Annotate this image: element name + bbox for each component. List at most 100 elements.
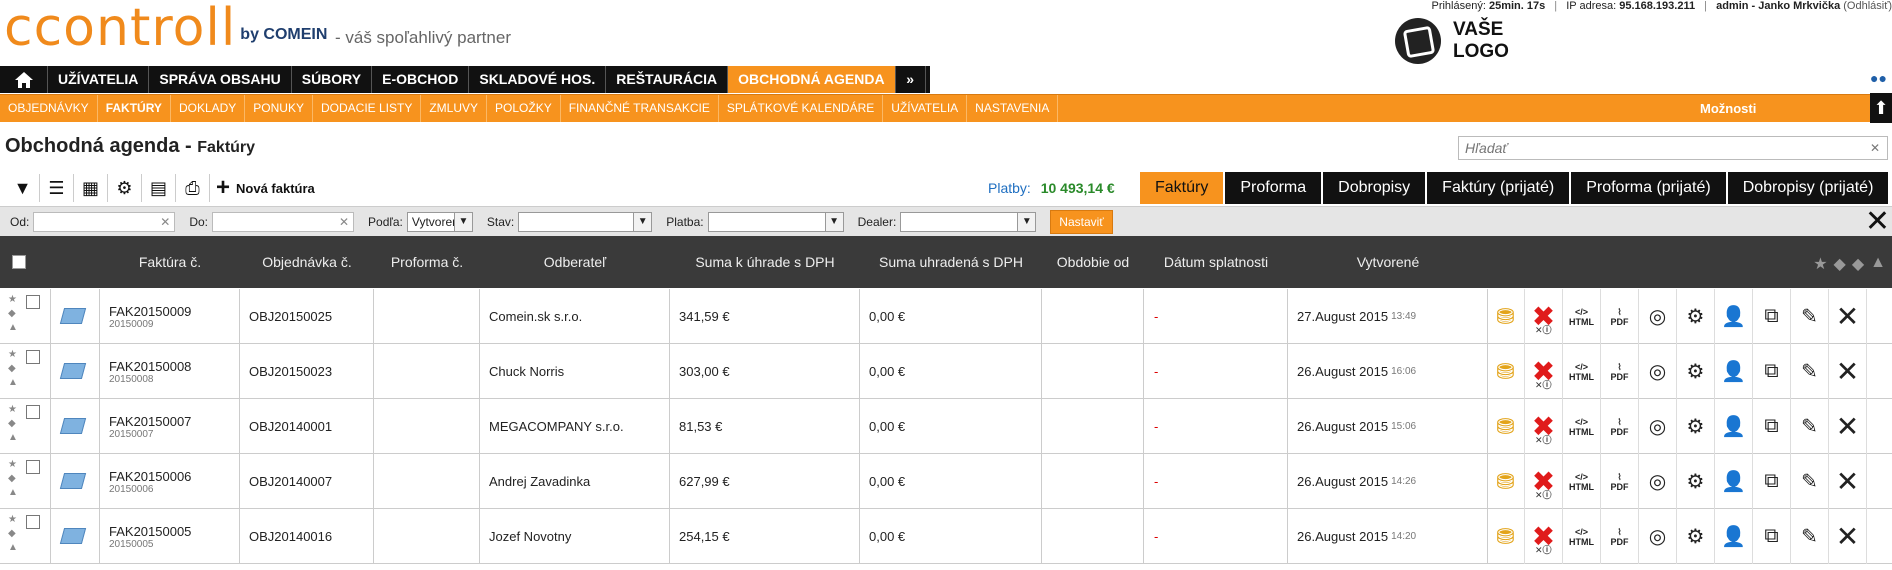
cancel-icon[interactable]: ✖ ✕ⓘ — [1525, 344, 1563, 399]
process-icon[interactable]: ⚙ — [1677, 289, 1715, 344]
customer-icon[interactable]: 👤 — [1715, 289, 1753, 344]
table-row[interactable]: ★ ◆ ▲ FAK20150007 20150007 OBJ20140001 MEGACOM… — [0, 399, 1892, 454]
email-send-icon[interactable]: ◎ — [1639, 344, 1677, 399]
invoice-number[interactable]: FAK20150006 — [109, 469, 239, 484]
payment-select[interactable]: ▼ — [707, 211, 844, 232]
table-row[interactable]: ★ ◆ ▲ FAK20150009 20150009 OBJ20150025 Comein.… — [0, 289, 1892, 344]
tag-icon[interactable]: ◆ — [8, 307, 18, 320]
bell-icon[interactable]: ▲ — [8, 541, 18, 554]
col-proforma[interactable]: Proforma č. — [374, 236, 480, 288]
table-row[interactable]: ★ ◆ ▲ FAK20150005 20150005 OBJ20140016 Jozef N… — [0, 509, 1892, 564]
submenu-documents[interactable]: DOKLADY — [171, 95, 246, 122]
clear-from-icon[interactable]: ✕ — [160, 215, 170, 229]
state-select[interactable]: ▼ — [518, 211, 653, 232]
col-period[interactable]: Obdobie od — [1042, 236, 1144, 288]
submenu-offers[interactable]: PONUKY — [245, 95, 313, 122]
delete-icon[interactable]: ✕ — [1829, 454, 1867, 509]
to-input[interactable]: ✕ — [212, 211, 355, 232]
bell-icon[interactable]: ▲ — [8, 321, 18, 334]
export-icon[interactable]: ⎙ — [176, 174, 210, 202]
bell-icon[interactable]: ▲ — [8, 486, 18, 499]
col-maturity[interactable]: Dátum splatnosti — [1144, 236, 1288, 288]
submenu-installments[interactable]: SPLÁTKOVÉ KALENDÁRE — [719, 95, 884, 122]
col-order[interactable]: Objednávka č. — [240, 236, 374, 288]
list-view-icon[interactable]: ☰ — [40, 174, 74, 202]
col-paid[interactable]: Suma uhradená s DPH — [860, 236, 1042, 288]
email-send-icon[interactable]: ◎ — [1639, 399, 1677, 454]
submenu-items[interactable]: POLOŽKY — [487, 95, 561, 122]
by-select[interactable]: Vytvorené ▼ — [406, 211, 473, 232]
delete-icon[interactable]: ✕ — [1829, 509, 1867, 564]
cell-invoice[interactable]: FAK20150005 20150005 — [100, 509, 240, 564]
settings-icon[interactable]: ⚙ — [108, 174, 142, 202]
submenu-users[interactable]: UŽÍVATELIA — [883, 95, 968, 122]
pdf-export-icon[interactable]: ⌇ PDF — [1601, 399, 1639, 454]
document-icon[interactable]: ▤ — [142, 174, 176, 202]
clear-to-icon[interactable]: ✕ — [339, 215, 349, 229]
invoice-number[interactable]: FAK20150008 — [109, 359, 239, 374]
payment-coins-icon[interactable]: ⛃ — [1487, 509, 1525, 564]
cell-invoice[interactable]: FAK20150006 20150006 — [100, 454, 240, 509]
pdf-export-icon[interactable]: ⌇ PDF — [1601, 289, 1639, 344]
col-due[interactable]: Suma k úhrade s DPH — [670, 236, 860, 288]
html-export-icon[interactable]: </> HTML — [1563, 399, 1601, 454]
tag-icon[interactable]: ◆ — [8, 472, 18, 485]
logout-link[interactable]: (Odhlásiť) — [1843, 0, 1892, 12]
bell-icon[interactable]: ▲ — [8, 376, 18, 389]
pdf-export-icon[interactable]: ⌇ PDF — [1601, 344, 1639, 399]
tab-proforma[interactable]: Proforma — [1225, 172, 1322, 204]
invoice-number[interactable]: FAK20150007 — [109, 414, 239, 429]
star-icon[interactable]: ★ — [1813, 254, 1827, 274]
customer-icon[interactable]: 👤 — [1715, 509, 1753, 564]
star-icon[interactable]: ★ — [8, 458, 18, 471]
tab-invoices-received[interactable]: Faktúry (prijaté) — [1427, 172, 1570, 204]
pdf-export-icon[interactable]: ⌇ PDF — [1601, 509, 1639, 564]
delete-icon[interactable]: ✕ — [1829, 289, 1867, 344]
tab-credit-notes-received[interactable]: Dobropisy (prijaté) — [1727, 172, 1889, 204]
submenu-transactions[interactable]: FINANČNÉ TRANSAKCIE — [561, 95, 719, 122]
cancel-icon[interactable]: ✖ ✕ⓘ — [1525, 289, 1563, 344]
submenu-orders[interactable]: OBJEDNÁVKY — [0, 95, 98, 122]
star-icon[interactable]: ★ — [8, 513, 18, 526]
menu-restaurant[interactable]: REŠTAURÁCIA — [606, 66, 729, 93]
cell-invoice[interactable]: FAK20150008 20150008 — [100, 344, 240, 399]
submenu-invoices[interactable]: FAKTÚRY — [98, 95, 171, 122]
edit-icon[interactable]: ✎ — [1791, 399, 1829, 454]
star-icon[interactable]: ★ — [8, 348, 18, 361]
tab-credit-notes[interactable]: Dobropisy — [1323, 172, 1426, 204]
copy-icon[interactable]: ⧉ — [1753, 289, 1791, 344]
bell-icon[interactable]: ▲ — [1870, 254, 1886, 274]
edit-icon[interactable]: ✎ — [1791, 289, 1829, 344]
process-icon[interactable]: ⚙ — [1677, 344, 1715, 399]
invoice-number[interactable]: FAK20150009 — [109, 304, 239, 319]
menu-business-agenda[interactable]: OBCHODNÁ AGENDA — [728, 66, 896, 93]
grid-view-icon[interactable]: ▦ — [74, 174, 108, 202]
payment-coins-icon[interactable]: ⛃ — [1487, 289, 1525, 344]
email-send-icon[interactable]: ◎ — [1639, 509, 1677, 564]
tag-icon[interactable]: ◆ — [1834, 254, 1846, 274]
delete-icon[interactable]: ✕ — [1829, 399, 1867, 454]
row-checkbox[interactable] — [26, 350, 40, 364]
home-button[interactable] — [0, 66, 48, 93]
menu-more[interactable]: » — [896, 66, 926, 93]
close-filter-icon[interactable]: ✕ — [1865, 207, 1890, 237]
cell-invoice[interactable]: FAK20150009 20150009 — [100, 289, 240, 344]
html-export-icon[interactable]: </> HTML — [1563, 509, 1601, 564]
cell-invoice[interactable]: FAK20150007 20150007 — [100, 399, 240, 454]
app-logo[interactable]: ccontroll by COMEIN — [4, 2, 327, 54]
submenu-delivery-notes[interactable]: DODACIE LISTY — [313, 95, 422, 122]
process-icon[interactable]: ⚙ — [1677, 399, 1715, 454]
bell-icon[interactable]: ▲ — [8, 431, 18, 444]
tags-icon[interactable]: ◆ — [1852, 254, 1864, 274]
row-checkbox[interactable] — [26, 460, 40, 474]
copy-icon[interactable]: ⧉ — [1753, 454, 1791, 509]
row-checkbox[interactable] — [26, 515, 40, 529]
submenu-contracts[interactable]: ZMLUVY — [421, 95, 488, 122]
select-all-checkbox[interactable] — [12, 255, 26, 269]
search-input[interactable] — [1458, 136, 1888, 160]
scroll-up-icon[interactable]: ⬆ — [1870, 93, 1892, 123]
email-send-icon[interactable]: ◎ — [1639, 454, 1677, 509]
copy-icon[interactable]: ⧉ — [1753, 399, 1791, 454]
from-input[interactable]: ✕ — [33, 211, 176, 232]
edit-icon[interactable]: ✎ — [1791, 454, 1829, 509]
